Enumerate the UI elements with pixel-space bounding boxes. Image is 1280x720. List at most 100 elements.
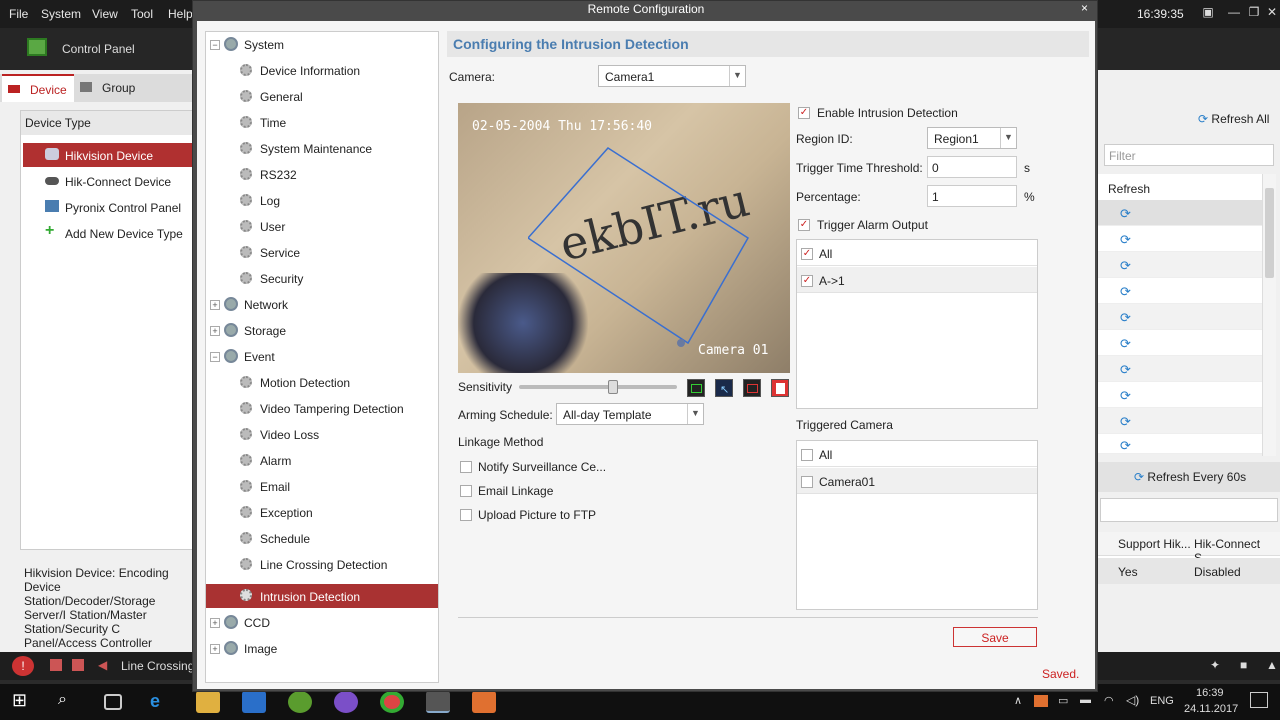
region-id-select[interactable]: Region1 ▼ [927, 127, 1017, 149]
tree-item-system-maintenance[interactable]: System Maintenance [206, 140, 438, 164]
tree-node-network[interactable]: + Network [210, 296, 434, 320]
expand-toggle[interactable]: + [210, 300, 220, 310]
tray-battery-icon[interactable]: ▬ [1080, 694, 1091, 706]
tree-node-ccd[interactable]: + CCD [210, 614, 434, 638]
tab-group[interactable]: Group [76, 74, 156, 102]
pin-icon[interactable]: ✦ [1210, 658, 1220, 672]
tree-node-image[interactable]: + Image [210, 640, 434, 664]
collapse-toggle[interactable]: − [210, 40, 220, 50]
tray-network-icon[interactable]: ▭ [1058, 694, 1068, 707]
edge-icon[interactable]: e [150, 691, 174, 713]
tree-item-exception[interactable]: Exception [206, 504, 438, 528]
clear-icon[interactable] [743, 379, 761, 397]
explorer-icon[interactable] [196, 691, 220, 713]
taskbar-date[interactable]: 24.11.2017 [1184, 703, 1238, 715]
refresh-icon[interactable]: ⟳ [1120, 232, 1131, 248]
taskbar-time[interactable]: 16:39 [1196, 687, 1224, 699]
maximize-icon[interactable]: ❐ [1246, 5, 1262, 21]
window-icon[interactable]: ■ [1240, 658, 1247, 672]
select-icon[interactable]: ↖ [715, 379, 733, 397]
menu-tool[interactable]: Tool [131, 7, 153, 21]
tab-device[interactable]: Device [2, 74, 74, 102]
minimize-icon[interactable]: — [1226, 5, 1242, 21]
tree-item-email[interactable]: Email [206, 478, 438, 502]
menu-view[interactable]: View [92, 7, 118, 21]
tree-item-rs232[interactable]: RS232 [206, 166, 438, 190]
tree-node-system[interactable]: − System [210, 36, 434, 60]
list-item[interactable]: ⟳ [1098, 252, 1266, 278]
device-type-hik-connect[interactable]: Hik-Connect Device [23, 169, 193, 193]
expand-toggle[interactable]: + [210, 618, 220, 628]
language-indicator[interactable]: ENG [1150, 695, 1174, 707]
email-linkage-checkbox[interactable] [460, 485, 472, 497]
arming-schedule-select[interactable]: All-day Template ▼ [556, 403, 704, 425]
store-icon[interactable] [242, 691, 266, 713]
tree-item-line-crossing[interactable]: Line Crossing Detection [206, 556, 438, 580]
percentage-input[interactable]: 1 [927, 185, 1017, 207]
refresh-icon[interactable]: ⟳ [1120, 284, 1131, 300]
enable-intrusion-checkbox[interactable]: ✓ [798, 107, 810, 119]
menu-system[interactable]: System [41, 7, 81, 21]
tree-item-security[interactable]: Security [206, 270, 438, 294]
tree-item-device-information[interactable]: Device Information [206, 62, 438, 86]
tree-item-service[interactable]: Service [206, 244, 438, 268]
tree-item-video-tampering[interactable]: Video Tampering Detection [206, 400, 438, 424]
scrollbar[interactable] [1262, 174, 1276, 456]
camera-select[interactable]: Camera1 ▼ [598, 65, 746, 87]
trigger-time-input[interactable]: 0 [927, 156, 1017, 178]
device-type-hikvision[interactable]: Hikvision Device [23, 143, 193, 167]
tree-node-event[interactable]: − Event [210, 348, 434, 372]
slider-thumb[interactable] [607, 380, 618, 394]
intrusion-region[interactable] [528, 143, 768, 353]
tray-app-icon[interactable] [1034, 695, 1048, 707]
add-device-type-button[interactable]: + Add New Device Type [23, 221, 193, 245]
refresh-icon[interactable]: ⟳ [1120, 336, 1131, 352]
refresh-icon[interactable]: ⟳ [1120, 258, 1131, 274]
menu-help[interactable]: Help [168, 7, 193, 21]
list-item[interactable]: ⟳ [1098, 432, 1266, 454]
alarm-icon[interactable]: ! [12, 656, 34, 676]
notification-icon[interactable] [1250, 692, 1268, 708]
tree-item-general[interactable]: General [206, 88, 438, 112]
video-preview[interactable]: 02-05-2004 Thu 17:56:40 ekbIT.ru Camera … [458, 103, 790, 373]
utorrent-icon[interactable] [288, 691, 312, 713]
tray-arrow-icon[interactable]: ∧ [1014, 694, 1022, 707]
refresh-icon[interactable]: ⟳ [1120, 438, 1131, 454]
refresh-icon[interactable]: ⟳ [1120, 310, 1131, 326]
menu-file[interactable]: File [9, 7, 28, 21]
scrollbar-thumb[interactable] [1265, 188, 1274, 278]
event-icon[interactable] [50, 659, 62, 671]
chrome-icon[interactable] [380, 691, 404, 713]
search-icon[interactable]: ⌕ [58, 691, 82, 713]
camera01-checkbox[interactable] [801, 476, 813, 488]
expand-toggle[interactable]: + [210, 644, 220, 654]
sound-icon[interactable]: ◀ [98, 658, 107, 672]
tree-item-log[interactable]: Log [206, 192, 438, 216]
dialog-close-button[interactable]: × [1081, 1, 1088, 15]
list-item[interactable]: ✓ All [797, 240, 1037, 266]
tree-item-intrusion-detection[interactable]: Intrusion Detection [206, 584, 438, 608]
column-header[interactable]: Support Hik... [1118, 537, 1191, 551]
tree-item-time[interactable]: Time [206, 114, 438, 138]
collapse-toggle[interactable]: − [210, 352, 220, 362]
task-view-icon[interactable] [104, 694, 122, 710]
expand-toggle[interactable]: + [210, 326, 220, 336]
collapse-icon[interactable]: ▲ [1266, 658, 1278, 672]
filter-input[interactable]: Filter [1104, 144, 1274, 166]
tree-node-storage[interactable]: + Storage [210, 322, 434, 346]
search-input[interactable] [1100, 498, 1278, 522]
refresh-all-button[interactable]: ⟳ Refresh All [1198, 112, 1269, 126]
control-panel-icon[interactable] [27, 38, 47, 56]
ivms-icon[interactable] [426, 691, 450, 713]
refresh-icon[interactable]: ⟳ [1120, 388, 1131, 404]
device-type-pyronix[interactable]: Pyronix Control Panel [23, 195, 193, 219]
refresh-every-60s-button[interactable]: ⟳ Refresh Every 60s [1098, 462, 1280, 492]
tree-item-schedule[interactable]: Schedule [206, 530, 438, 554]
lock-icon[interactable]: ▣ [1200, 5, 1216, 21]
save-button[interactable]: Save [953, 627, 1037, 647]
tray-volume-icon[interactable]: ◁) [1126, 693, 1139, 707]
chevron-down-icon[interactable]: ▼ [687, 404, 703, 424]
control-panel-label[interactable]: Control Panel [62, 42, 135, 56]
tree-item-alarm[interactable]: Alarm [206, 452, 438, 476]
app-icon[interactable] [472, 691, 496, 713]
